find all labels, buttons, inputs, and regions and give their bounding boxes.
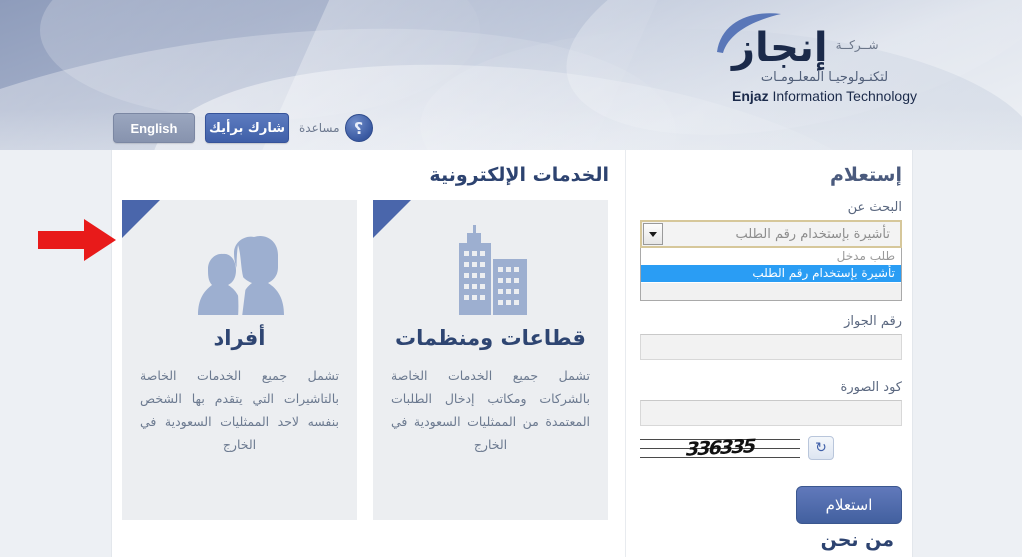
refresh-icon[interactable]: ↻ xyxy=(808,436,834,460)
logo-brand-en-bold: Enjaz xyxy=(732,88,769,104)
chevron-down-icon[interactable] xyxy=(643,223,663,245)
logo-brand-en-rest: Information Technology xyxy=(768,88,917,104)
passport-label: رقم الجواز xyxy=(844,314,902,329)
question-mark-icon[interactable]: ؟ xyxy=(344,114,373,142)
inquiry-title: إستعلام xyxy=(829,164,902,186)
captcha-image: 336335 xyxy=(640,432,800,464)
search-for-field: البحث عن تأشيرة بإستخدام رقم الطلب طلب م… xyxy=(640,200,902,301)
service-cards: أفراد تشمل جميع الخدمات الخاصة بالتاشيرا… xyxy=(122,200,609,520)
card-title: قطاعات ومنظمات xyxy=(395,326,586,350)
search-for-option-2[interactable] xyxy=(641,282,901,300)
top-controls: English شارك برأيك ؟ مساعدة xyxy=(113,113,373,143)
chevron-down-glyph xyxy=(649,231,657,237)
inquiry-section: إستعلام البحث عن تأشيرة بإستخدام رقم الط… xyxy=(625,150,912,557)
card-title: أفراد xyxy=(213,326,266,350)
eservices-title: الخدمات الإلكترونية xyxy=(429,164,609,186)
captcha-input[interactable] xyxy=(640,400,902,426)
search-for-select-face[interactable]: تأشيرة بإستخدام رقم الطلب xyxy=(640,220,902,248)
card-corner-ribbon xyxy=(373,200,411,238)
logo-subtitle-ar: لتكنـولوجيـا المعلـومـات xyxy=(760,70,889,85)
captcha-field: كود الصورة xyxy=(640,380,902,426)
page-root: شــركــة إنجاز لتكنـولوجيـا المعلـومـات … xyxy=(0,0,1022,557)
service-card-organizations[interactable]: قطاعات ومنظمات تشمل جميع الخدمات الخاصة … xyxy=(373,200,608,520)
help-group[interactable]: ؟ مساعدة xyxy=(299,114,373,142)
enjaz-logo[interactable]: شــركــة إنجاز لتكنـولوجيـا المعلـومـات … xyxy=(717,13,917,104)
captcha-row: 336335 ↻ xyxy=(640,432,902,464)
content-panel: الخدمات الإلكترونية أفراد تشمل جميع الخد… xyxy=(111,150,913,557)
search-for-selected-value: تأشيرة بإستخدام رقم الطلب xyxy=(735,226,891,242)
passport-input[interactable] xyxy=(640,334,902,360)
logo-brand-en: Enjaz Information Technology xyxy=(732,88,917,104)
eservices-section: الخدمات الإلكترونية أفراد تشمل جميع الخد… xyxy=(112,150,625,557)
search-for-option-1[interactable]: تأشيرة بإستخدام رقم الطلب xyxy=(641,265,901,282)
card-corner-ribbon xyxy=(122,200,160,238)
logo-swoosh-icon xyxy=(717,13,781,53)
page-header: شــركــة إنجاز لتكنـولوجيـا المعلـومـات … xyxy=(0,0,1022,150)
red-arrow-annotation xyxy=(38,219,116,261)
about-us-title[interactable]: من نحن xyxy=(821,529,894,551)
captcha-label: كود الصورة xyxy=(840,380,902,395)
passport-field: رقم الجواز xyxy=(640,314,902,360)
english-language-button[interactable]: English xyxy=(113,113,195,143)
share-opinion-button[interactable]: شارك برأيك xyxy=(205,113,289,143)
service-card-individuals[interactable]: أفراد تشمل جميع الخدمات الخاصة بالتاشيرا… xyxy=(122,200,357,520)
search-for-options-list[interactable]: طلب مدخل تأشيرة بإستخدام رقم الطلب xyxy=(640,248,902,301)
captcha-text: 336335 xyxy=(683,435,757,461)
card-description: تشمل جميع الخدمات الخاصة بالتاشيرات التي… xyxy=(140,368,339,453)
search-for-option-0[interactable]: طلب مدخل xyxy=(641,248,901,265)
submit-inquiry-button[interactable]: استعلام xyxy=(796,486,902,524)
search-for-select[interactable]: تأشيرة بإستخدام رقم الطلب طلب مدخل تأشير… xyxy=(640,220,902,301)
logo-prefix: شــركــة xyxy=(835,38,879,52)
help-label[interactable]: مساعدة xyxy=(299,121,340,135)
search-for-label: البحث عن xyxy=(847,200,902,215)
card-description: تشمل جميع الخدمات الخاصة بالشركات ومكاتب… xyxy=(391,368,590,453)
